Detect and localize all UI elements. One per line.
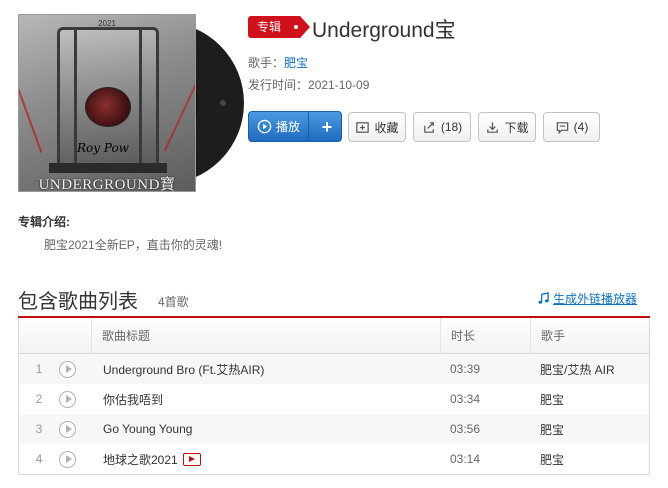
release-date: 2021-10-09	[308, 78, 370, 92]
song-number: 3	[35, 422, 43, 436]
song-duration: 03:14	[450, 452, 481, 466]
cover-signature: Roy Pow	[77, 141, 129, 155]
song-play-icon[interactable]	[59, 420, 76, 438]
release-line: 发行时间：2021-10-09	[248, 78, 370, 92]
play-button-group: 播放 +	[248, 111, 342, 142]
comment-button[interactable]: (4)	[543, 112, 600, 142]
artist-link[interactable]: 肥宝	[284, 56, 308, 70]
music-note-icon	[538, 292, 549, 304]
song-title-link[interactable]: 你估我唔到	[103, 391, 163, 408]
song-number: 1	[35, 362, 43, 376]
cover-heart	[85, 87, 131, 127]
header-artist: 歌手	[530, 318, 649, 353]
song-artist[interactable]: 肥宝	[530, 391, 649, 408]
table-header: 歌曲标题 时长 歌手	[19, 318, 649, 354]
artist-line: 歌手：肥宝	[248, 56, 309, 70]
cover-title: UNDERGROUND寶	[38, 177, 176, 192]
song-count: 4首歌	[158, 295, 189, 309]
song-artist[interactable]: 肥宝	[530, 421, 649, 438]
album-badge: 专辑	[248, 16, 310, 38]
intro-text: 肥宝2021全新EP，直击你的灵魂!	[44, 238, 223, 252]
table-body: 1 Underground Bro (Ft.艾热AIR) 03:39 肥宝/艾热…	[19, 354, 649, 474]
table-row: 2 你估我唔到 03:34 肥宝	[19, 384, 649, 414]
song-duration: 03:39	[450, 362, 481, 376]
song-play-icon[interactable]	[59, 450, 76, 468]
album-title: Underground宝	[312, 19, 456, 42]
song-number: 4	[35, 452, 43, 466]
header-title: 歌曲标题	[91, 318, 440, 353]
header-duration: 时长	[440, 318, 530, 353]
song-title-link[interactable]: Underground Bro (Ft.艾热AIR)	[103, 361, 264, 378]
song-title-link[interactable]: 地球之歌2021	[103, 451, 178, 468]
table-row: 3 Go Young Young 03:56 肥宝	[19, 414, 649, 444]
song-play-icon[interactable]	[59, 390, 76, 408]
external-player-link[interactable]: 生成外链播放器	[537, 290, 637, 307]
collect-button[interactable]: 收藏	[348, 112, 406, 142]
download-icon	[487, 121, 499, 133]
play-circle-icon	[257, 119, 272, 134]
song-number: 2	[35, 392, 43, 406]
song-duration: 03:34	[450, 392, 481, 406]
share-icon	[424, 121, 434, 133]
song-table: 歌曲标题 时长 歌手 1 Underground Bro (Ft.艾热AIR) …	[18, 318, 650, 475]
intro-title: 专辑介绍:	[18, 215, 70, 229]
comment-icon	[556, 121, 568, 134]
play-button[interactable]: 播放	[249, 112, 309, 141]
song-duration: 03:56	[450, 422, 481, 436]
song-title-link[interactable]: Go Young Young	[103, 422, 192, 436]
song-play-icon[interactable]	[59, 360, 76, 378]
song-artist[interactable]: 肥宝/艾热 AIR	[530, 361, 649, 378]
song-list-title: 包含歌曲列表	[18, 291, 138, 313]
song-artist[interactable]: 肥宝	[530, 451, 649, 468]
table-row: 4 地球之歌2021 03:14 肥宝	[19, 444, 649, 474]
album-cover: 2021 Roy Pow UNDERGROUND寶	[18, 14, 196, 192]
table-row: 1 Underground Bro (Ft.艾热AIR) 03:39 肥宝/艾热…	[19, 354, 649, 384]
album-cover-area: 2021 Roy Pow UNDERGROUND寶	[18, 14, 244, 192]
share-button[interactable]: (18)	[413, 112, 471, 142]
download-button[interactable]: 下载	[478, 112, 536, 142]
mv-icon[interactable]	[182, 452, 201, 466]
add-to-playlist-button[interactable]: +	[313, 112, 341, 141]
folder-plus-icon	[356, 121, 370, 133]
